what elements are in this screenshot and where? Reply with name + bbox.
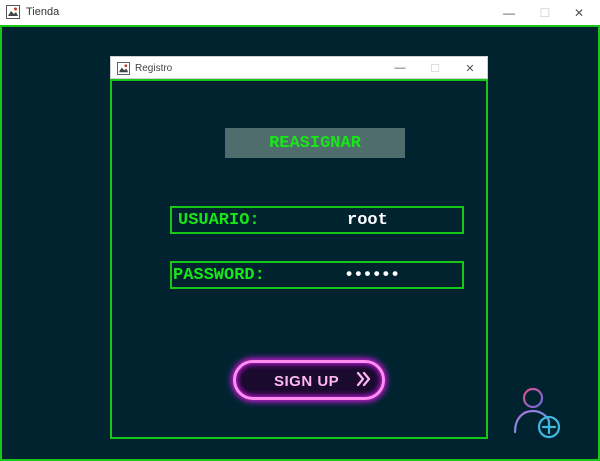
password-label: PASSWORD: (173, 266, 265, 285)
username-value[interactable]: root (347, 211, 388, 230)
password-field[interactable]: PASSWORD: •••••• (170, 261, 464, 289)
dialog-title-bar[interactable]: Registro — ☐ ✕ (110, 56, 488, 79)
username-field[interactable]: USUARIO: root (170, 206, 464, 234)
registro-dialog: Registro — ☐ ✕ REASIGNAR USUARIO: root P… (110, 56, 488, 439)
double-chevron-right-icon (356, 371, 371, 387)
outer-title-bar[interactable]: Tienda — ☐ ✕ (0, 0, 600, 26)
dialog-minimize-button[interactable]: — (382, 57, 418, 79)
dialog-body: REASIGNAR USUARIO: root PASSWORD: ••••••… (110, 79, 488, 439)
sign-up-label: SIGN UP (274, 373, 340, 390)
java-app-icon (6, 5, 20, 19)
add-user-icon[interactable] (513, 386, 563, 440)
dialog-close-button[interactable]: ✕ (452, 57, 488, 79)
username-label: USUARIO: (178, 211, 260, 230)
sign-up-button[interactable]: SIGN UP (233, 360, 385, 400)
password-value[interactable]: •••••• (344, 266, 400, 285)
dialog-maximize-button: ☐ (430, 62, 440, 75)
java-app-icon (117, 62, 130, 75)
dialog-title: Registro (135, 63, 173, 74)
close-button[interactable]: ✕ (556, 0, 600, 25)
page-title: REASIGNAR (225, 128, 405, 158)
window-title: Tienda (26, 6, 60, 18)
